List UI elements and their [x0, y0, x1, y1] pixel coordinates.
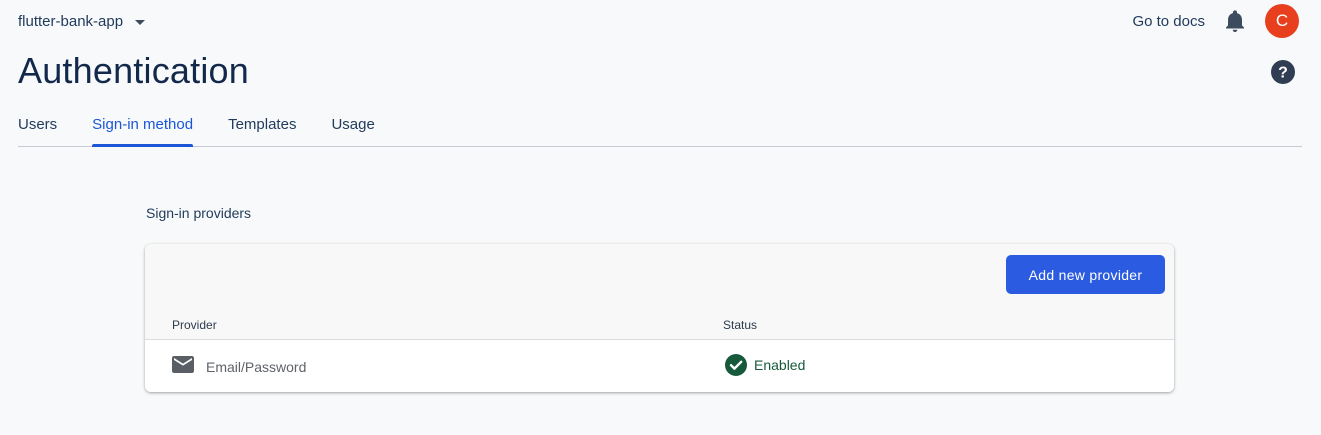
tab-users[interactable]: Users	[18, 104, 57, 146]
project-name: flutter-bank-app	[18, 12, 124, 30]
check-circle-icon	[725, 354, 747, 376]
column-header-status: Status	[723, 318, 758, 332]
column-header-provider: Provider	[172, 318, 217, 332]
chevron-down-icon	[135, 19, 146, 25]
project-picker[interactable]: flutter-bank-app	[18, 10, 146, 32]
status-badge: Enabled	[754, 357, 806, 373]
tab-bar: Users Sign-in method Templates Usage	[18, 104, 1302, 147]
status-cell: Enabled	[725, 354, 805, 376]
providers-card: Add new provider Provider Status Email/P…	[145, 244, 1174, 392]
provider-name: Email/Password	[206, 359, 307, 375]
table-row[interactable]: Email/Password Enabled	[145, 339, 1174, 392]
help-icon[interactable]: ?	[1271, 60, 1295, 84]
page: flutter-bank-app Go to docs C Authentica…	[0, 0, 1321, 435]
table-header: Provider Status	[145, 317, 1174, 339]
user-avatar[interactable]: C	[1265, 4, 1299, 38]
top-right-actions: Go to docs C	[1132, 4, 1299, 38]
section-heading: Sign-in providers	[146, 205, 252, 221]
svg-text:?: ?	[1278, 65, 1288, 82]
tab-templates[interactable]: Templates	[228, 104, 296, 146]
email-icon	[172, 356, 194, 373]
go-to-docs-link[interactable]: Go to docs	[1132, 13, 1205, 30]
tab-sign-in-method[interactable]: Sign-in method	[92, 104, 193, 147]
notifications-bell-icon[interactable]	[1225, 10, 1245, 32]
tab-usage[interactable]: Usage	[331, 104, 374, 146]
add-new-provider-button[interactable]: Add new provider	[1006, 255, 1165, 294]
page-title: Authentication	[18, 50, 249, 91]
